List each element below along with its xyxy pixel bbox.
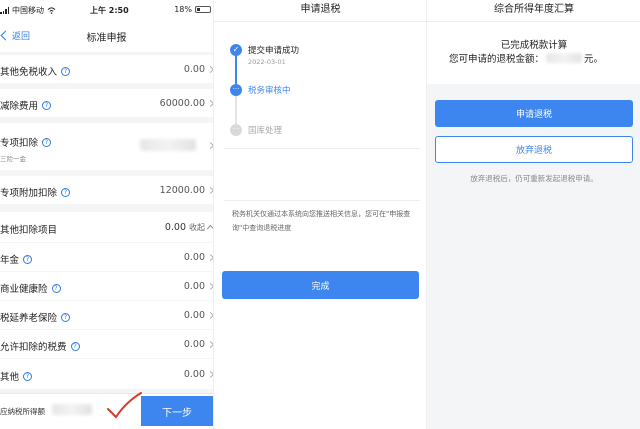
battery-icon — [195, 6, 211, 13]
row-annuity[interactable]: 年金? 0.00 — [0, 243, 213, 271]
help-icon[interactable]: ? — [61, 187, 71, 197]
abandon-refund-button[interactable]: 放弃退税 — [435, 136, 633, 163]
screenshot-root: 中国移动 上午 2:50 18% 返回 标准申报 其他免税收入? 0.00 减除… — [0, 0, 640, 429]
row-label: 其他免税收入 — [0, 67, 58, 78]
row-special-additional-deduction[interactable]: 专项附加扣除? 12000.00 — [0, 176, 213, 204]
ellipsis-icon: ··· — [230, 124, 242, 136]
ellipsis-icon: ··· — [230, 84, 242, 96]
row-value: 0.00 — [183, 64, 205, 75]
row-commercial-health-insurance[interactable]: 商业健康险? 0.00 — [0, 272, 213, 300]
step-treasury: ··· 国库处理 — [230, 124, 282, 136]
help-icon[interactable]: ? — [23, 254, 33, 264]
page-title: 标准申报 — [86, 33, 127, 44]
row-value: 0.00 — [183, 369, 205, 380]
check-icon: ✓ — [230, 44, 242, 56]
row-other-tax-free-income[interactable]: 其他免税收入? 0.00 — [0, 55, 213, 83]
help-icon[interactable]: ? — [42, 100, 52, 110]
status-bar: 中国移动 上午 2:50 18% — [0, 0, 213, 20]
step-submitted: ✓ 提交申请成功 — [230, 44, 299, 56]
row-deduction-expense[interactable]: 减除费用? 60000.00 — [0, 89, 213, 117]
help-icon[interactable]: ? — [61, 66, 71, 76]
notice-text: 税务机关仅通过本系统向您推送相关信息，您可在"申报查询"中查询退税进度 — [232, 210, 411, 232]
redacted-value — [140, 139, 196, 151]
row-label: 商业健康险 — [0, 284, 48, 295]
taxable-income-label: 应纳税所得额 — [0, 407, 45, 416]
collapse-toggle[interactable]: 收起 — [189, 223, 205, 232]
divider — [224, 148, 420, 149]
row-other[interactable]: 其他? 0.00 — [0, 359, 213, 389]
progress-line-done — [235, 56, 237, 84]
row-tax-deferred-pension[interactable]: 税延养老保险? 0.00 — [0, 301, 213, 329]
row-label: 其他 — [0, 372, 20, 383]
redacted-value — [546, 53, 583, 63]
row-deductible-taxes[interactable]: 允许扣除的税费? 0.00 — [0, 330, 213, 358]
result-summary: 已完成税款计算 您可申请的退税金额： 元。 — [427, 22, 640, 84]
apply-refund-panel: 申请退税 ✓ 提交申请成功 2022-03-01 ··· 税务审核中 ··· 国… — [213, 0, 427, 429]
nav-bar: 返回 标准申报 — [0, 20, 213, 52]
row-label: 减除费用 — [0, 101, 39, 112]
abandon-hint: 放弃退税后，仍可重新发起退税申请。 — [470, 174, 598, 183]
apply-refund-button[interactable]: 申请退税 — [435, 100, 633, 127]
redacted-value — [52, 404, 92, 415]
row-label: 专项扣除 — [0, 138, 39, 149]
help-icon[interactable]: ? — [61, 312, 71, 322]
step-under-review: ··· 税务审核中 — [230, 84, 291, 96]
step-date: 2022-03-01 — [248, 58, 286, 66]
help-icon[interactable]: ? — [23, 371, 33, 381]
row-value: 60000.00 — [159, 98, 205, 109]
divider — [224, 200, 420, 201]
row-special-deduction[interactable]: 专项扣除? 三险一金 — [0, 123, 213, 170]
row-label: 允许扣除的税费 — [0, 342, 67, 353]
help-icon[interactable]: ? — [42, 137, 52, 147]
row-label: 年金 — [0, 255, 20, 266]
progress-line-pending — [235, 96, 237, 124]
row-value: 0.00 — [183, 310, 205, 321]
battery-percent: 18% — [174, 5, 192, 14]
row-value: 0.00 — [164, 222, 186, 233]
panel-title: 综合所得年度汇算 — [427, 0, 640, 22]
unit-text: 元。 — [584, 54, 604, 65]
calc-complete-text: 已完成税款计算 — [500, 40, 568, 51]
help-icon[interactable]: ? — [51, 283, 61, 293]
row-value: 0.00 — [183, 252, 205, 263]
panel-title: 申请退税 — [214, 0, 427, 22]
standard-declaration-panel: 中国移动 上午 2:50 18% 返回 标准申报 其他免税收入? 0.00 减除… — [0, 0, 213, 429]
row-label: 税延养老保险 — [0, 313, 58, 324]
row-sub-label: 三险一金 — [0, 155, 26, 163]
annual-settlement-panel: 综合所得年度汇算 已完成税款计算 您可申请的退税金额： 元。 申请退税 放弃退税… — [426, 0, 640, 429]
check-mark-icon — [107, 392, 142, 419]
row-value: 12000.00 — [159, 185, 205, 196]
clock: 上午 2:50 — [90, 6, 129, 15]
row-label: 专项附加扣除 — [0, 188, 58, 199]
carrier-label: 中国移动 — [12, 6, 44, 15]
next-step-button[interactable]: 下一步 — [141, 396, 213, 426]
row-label: 其他扣除项目 — [0, 225, 58, 236]
wifi-icon — [47, 7, 56, 14]
done-button[interactable]: 完成 — [222, 271, 419, 299]
row-value: 0.00 — [183, 281, 205, 292]
row-value: 0.00 — [183, 339, 205, 350]
signal-icon — [0, 7, 9, 14]
help-icon[interactable]: ? — [70, 341, 80, 351]
refund-amount-label: 您可申请的退税金额： — [449, 54, 545, 65]
row-other-deductions[interactable]: 其他扣除项目 0.00 收起 — [0, 212, 213, 242]
